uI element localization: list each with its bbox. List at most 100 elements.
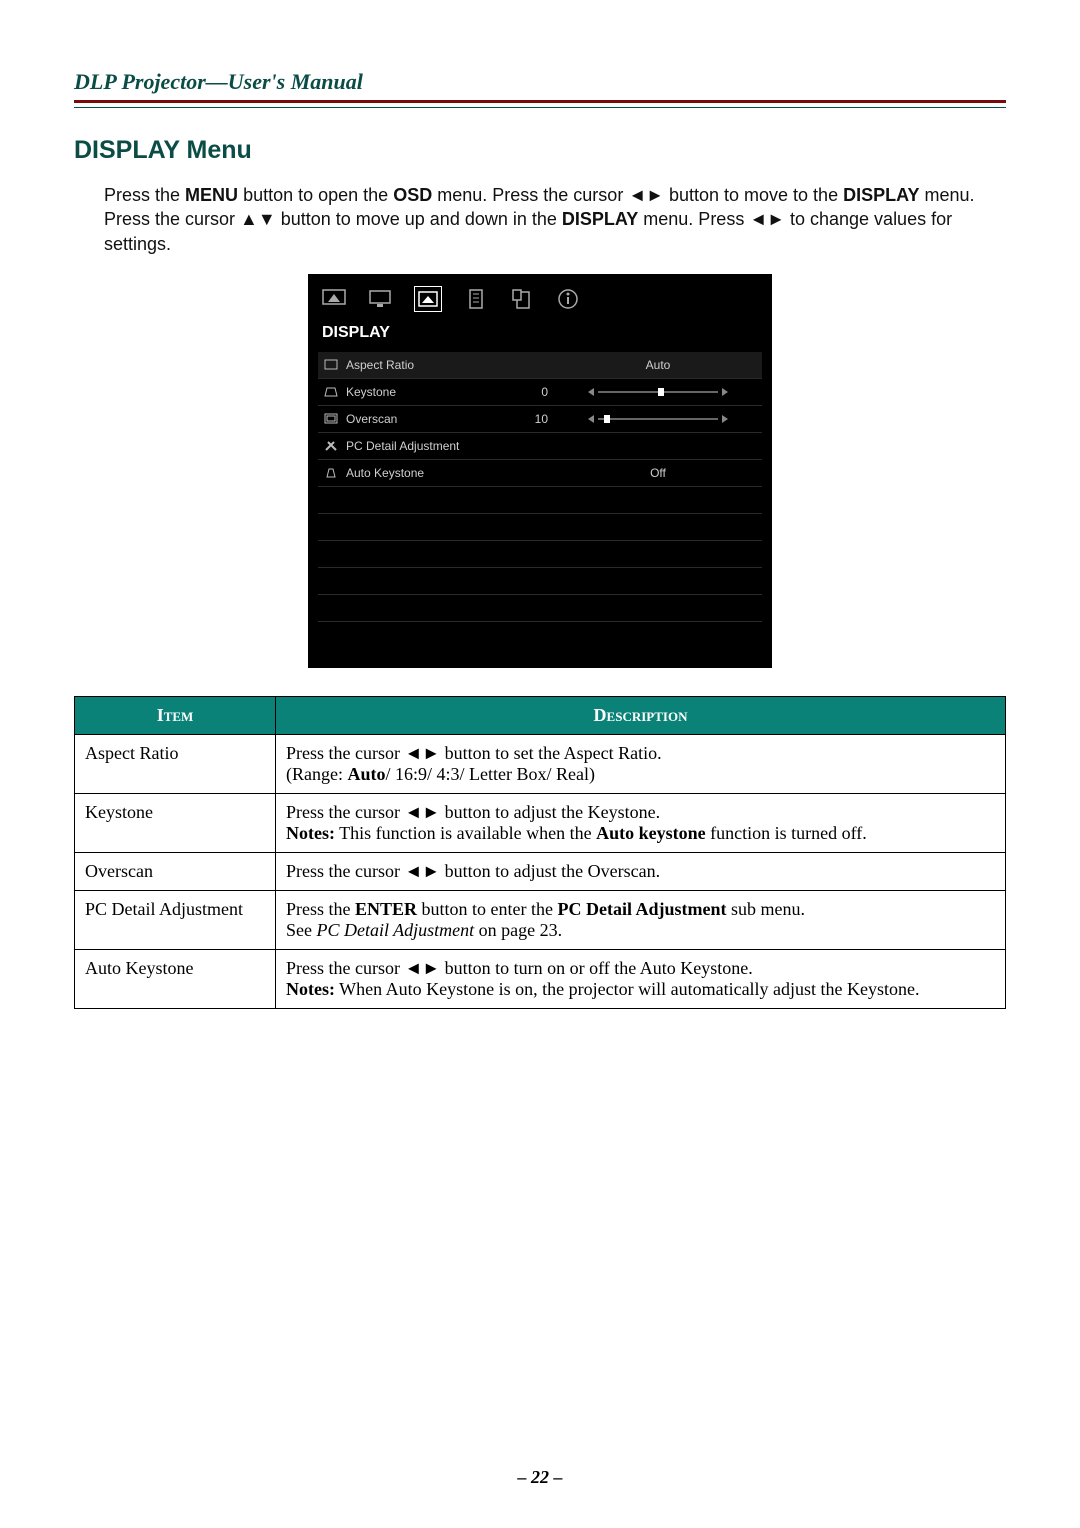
- osd-row-auto-keystone: Auto Keystone Off: [318, 460, 762, 487]
- text-bold: Auto: [347, 764, 385, 784]
- osd-row-label: Auto Keystone: [340, 466, 506, 480]
- keystone-icon: [322, 386, 340, 398]
- section-heading: DISPLAY Menu: [74, 136, 1006, 165]
- slider-left-icon: [588, 415, 594, 423]
- osd-row-label: PC Detail Adjustment: [340, 439, 506, 453]
- slider-left-icon: [588, 388, 594, 396]
- osd-empty-row: [318, 487, 762, 514]
- left-right-arrows: ◄►: [749, 209, 785, 229]
- notes-label: Notes:: [286, 979, 335, 999]
- auto-keystone-icon: [322, 467, 340, 479]
- text: button to adjust the Keystone.: [440, 802, 660, 822]
- text: button to move up and down in the: [281, 209, 562, 229]
- text: Press the cursor: [286, 802, 404, 822]
- osd-footer: [310, 652, 770, 666]
- osd-row-right: [558, 415, 758, 423]
- text: (Range:: [286, 764, 347, 784]
- text-bold: ENTER: [355, 899, 417, 919]
- slider-track: [598, 418, 718, 420]
- osd-screenshot: DISPLAY Aspect Ratio Auto Keystone 0: [308, 274, 772, 668]
- aspect-ratio-icon: [322, 359, 340, 371]
- text: When Auto Keystone is on, the projector …: [335, 979, 920, 999]
- text: on page 23.: [474, 920, 562, 940]
- text: button to turn on or off the Auto Keysto…: [440, 958, 753, 978]
- left-right-arrows: ◄►: [404, 802, 440, 822]
- slider: [588, 415, 728, 423]
- table-item-cell: Auto Keystone: [75, 950, 276, 1009]
- osd-row-keystone: Keystone 0: [318, 379, 762, 406]
- text-bold: PC Detail Adjustment: [557, 899, 726, 919]
- osd-row-value: 10: [506, 412, 558, 426]
- up-down-arrows: ▲▼: [240, 209, 276, 229]
- osd-empty-row: [318, 541, 762, 568]
- text-bold: MENU: [185, 185, 238, 205]
- table-item-cell: Aspect Ratio: [75, 735, 276, 794]
- slider: [588, 388, 728, 396]
- tab-picture-icon: [322, 288, 346, 310]
- tab-computer-icon: [368, 288, 392, 310]
- text-bold: Auto keystone: [596, 823, 706, 843]
- tools-icon: [322, 440, 340, 452]
- osd-empty-row: [318, 514, 762, 541]
- osd-menu-list: Aspect Ratio Auto Keystone 0 Ove: [310, 352, 770, 652]
- osd-row-right: Auto: [558, 358, 758, 372]
- slider-right-icon: [722, 388, 728, 396]
- text: function is turned off.: [706, 823, 867, 843]
- tab-info-icon: [556, 288, 580, 310]
- tab-setup2-icon: [510, 288, 534, 310]
- text: button to open the: [243, 185, 393, 205]
- text: / 16:9/ 4:3/ Letter Box/ Real): [386, 764, 595, 784]
- text-italic: PC Detail Adjustment: [317, 920, 475, 940]
- text: sub menu.: [726, 899, 805, 919]
- table-header-item: Item: [75, 697, 276, 735]
- slider-right-icon: [722, 415, 728, 423]
- table-header-description: Description: [276, 697, 1006, 735]
- page-number: – 22 –: [0, 1467, 1080, 1488]
- text: Press the cursor: [286, 958, 404, 978]
- table-desc-cell: Press the ENTER button to enter the PC D…: [276, 891, 1006, 950]
- left-right-arrows: ◄►: [404, 861, 440, 881]
- text: Press the cursor: [286, 743, 404, 763]
- text: See: [286, 920, 317, 940]
- text: menu. Press the cursor: [437, 185, 628, 205]
- table-desc-cell: Press the cursor ◄► button to adjust the…: [276, 794, 1006, 853]
- osd-row-right: [558, 388, 758, 396]
- osd-empty-row: [318, 595, 762, 622]
- document-header-title: DLP Projector—User's Manual: [74, 70, 1006, 94]
- text: Press the: [104, 185, 185, 205]
- header-rule: [74, 100, 1006, 108]
- text: menu. Press: [643, 209, 749, 229]
- table-row: Aspect Ratio Press the cursor ◄► button …: [75, 735, 1006, 794]
- table-row: PC Detail Adjustment Press the ENTER but…: [75, 891, 1006, 950]
- table-desc-cell: Press the cursor ◄► button to adjust the…: [276, 853, 1006, 891]
- overscan-icon: [322, 413, 340, 425]
- osd-row-overscan: Overscan 10: [318, 406, 762, 433]
- text-bold: OSD: [393, 185, 432, 205]
- table-row: Overscan Press the cursor ◄► button to a…: [75, 853, 1006, 891]
- definition-table: Item Description Aspect Ratio Press the …: [74, 696, 1006, 1009]
- tab-setup1-icon: [464, 288, 488, 310]
- left-right-arrows: ◄►: [628, 185, 664, 205]
- text: button to adjust the Overscan.: [440, 861, 660, 881]
- osd-row-value: 0: [506, 385, 558, 399]
- osd-row-right: Off: [558, 466, 758, 480]
- osd-empty-row: [318, 568, 762, 595]
- table-desc-cell: Press the cursor ◄► button to set the As…: [276, 735, 1006, 794]
- osd-row-aspect-ratio: Aspect Ratio Auto: [318, 352, 762, 379]
- text-bold: DISPLAY: [562, 209, 638, 229]
- table-row: Keystone Press the cursor ◄► button to a…: [75, 794, 1006, 853]
- intro-paragraph: Press the MENU button to open the OSD me…: [104, 183, 1006, 256]
- osd-row-pc-detail: PC Detail Adjustment: [318, 433, 762, 460]
- table-row: Auto Keystone Press the cursor ◄► button…: [75, 950, 1006, 1009]
- text: button to enter the: [417, 899, 557, 919]
- table-desc-cell: Press the cursor ◄► button to turn on or…: [276, 950, 1006, 1009]
- left-right-arrows: ◄►: [404, 958, 440, 978]
- left-right-arrows: ◄►: [404, 743, 440, 763]
- slider-track: [598, 391, 718, 393]
- text: button to set the Aspect Ratio.: [440, 743, 661, 763]
- osd-menu-title: DISPLAY: [310, 320, 770, 352]
- osd-empty-row: [318, 622, 762, 648]
- osd-row-label: Aspect Ratio: [340, 358, 506, 372]
- table-item-cell: PC Detail Adjustment: [75, 891, 276, 950]
- tab-display-icon: [414, 286, 442, 312]
